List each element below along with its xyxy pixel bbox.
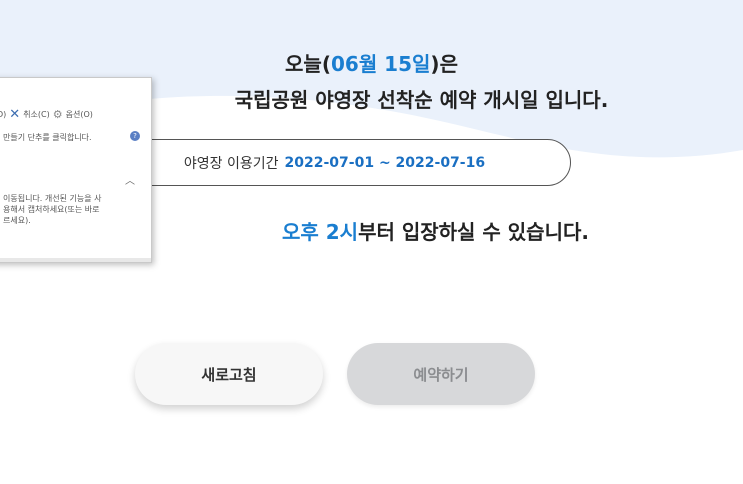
snip-body-line: 용해서 캡처하세요(또는 바로 (3, 205, 100, 214)
snip-hint-text: 만들기 단추를 클릭합니다. (3, 133, 92, 142)
reserve-button[interactable]: 예약하기 (347, 343, 535, 405)
cancel-button[interactable]: 취소(C) (23, 109, 50, 120)
usage-period-box: 야영장 이용기간 2022-07-01 ~ 2022-07-16 (98, 139, 571, 186)
snip-body-text: 이동됩니다. 개선된 기능을 사 용해서 캡처하세요(또는 바로 르세요). (3, 193, 148, 226)
snip-bottom-bar (0, 258, 151, 262)
cancel-x-icon[interactable]: ✕ (9, 108, 20, 121)
headline-prefix: 오늘( (285, 52, 331, 76)
usage-period-range: 2022-07-01 ~ 2022-07-16 (284, 154, 486, 171)
options-button[interactable]: 옵션(O) (66, 109, 93, 120)
snip-body-line: 이동됩니다. 개선된 기능을 사 (3, 194, 102, 203)
entry-text: 부터 입장하실 수 있습니다. (358, 220, 589, 244)
new-snip-menu[interactable]: D) (0, 110, 6, 119)
chevron-up-icon[interactable]: ︿ (125, 172, 135, 187)
headline-suffix: )은 (430, 52, 458, 76)
snipping-tool-window: D) ✕ 취소(C) ⚙ 옵션(O) 만들기 단추를 클릭합니다. ? ︿ 이동… (0, 77, 152, 263)
snipping-toolbar: D) ✕ 취소(C) ⚙ 옵션(O) (0, 106, 151, 122)
gear-icon[interactable]: ⚙ (53, 108, 63, 121)
help-icon[interactable]: ? (130, 131, 140, 141)
usage-period-label: 야영장 이용기간 (183, 155, 279, 172)
snip-body-line: 르세요). (3, 216, 31, 225)
refresh-button[interactable]: 새로고침 (135, 343, 323, 405)
open-date: 06월 15일 (330, 52, 431, 76)
entry-time: 오후 2시 (282, 220, 359, 244)
